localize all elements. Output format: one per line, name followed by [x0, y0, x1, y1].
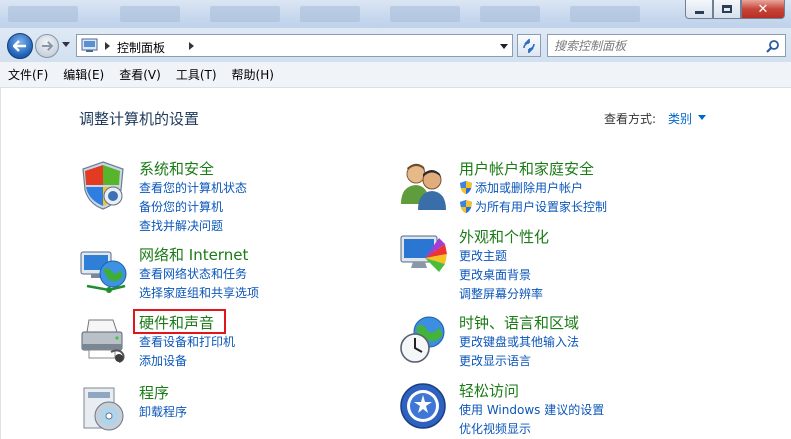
minimize-icon: [694, 10, 704, 14]
recent-pages-dropdown[interactable]: [62, 42, 70, 47]
view-by-chevron-icon[interactable]: [698, 115, 706, 120]
category-user-accounts: 用户帐户和家庭安全 添加或删除用户帐户 为所有用户设置家长控制: [399, 160, 719, 220]
search-box[interactable]: [547, 34, 786, 57]
view-by-label: 查看方式:: [604, 112, 657, 126]
category-title[interactable]: 轻松访问: [459, 380, 519, 401]
control-panel-content: 调整计算机的设置 查看方式: 类别 系统和安全 查看您的计算机状态 备份您的计算…: [0, 88, 791, 439]
back-button[interactable]: [7, 33, 33, 59]
refresh-button[interactable]: [517, 34, 541, 57]
category-clock-language-region: 时钟、语言和区域 更改键盘或其他输入法 更改显示语言: [399, 312, 719, 368]
category-programs: 程序 卸载程序: [79, 384, 339, 434]
breadcrumb-separator[interactable]: [105, 42, 110, 50]
menu-bar: 文件(F) 编辑(E) 查看(V) 工具(T) 帮助(H): [0, 62, 791, 88]
link-change-background[interactable]: 更改桌面背景: [459, 266, 531, 283]
menu-edit[interactable]: 编辑(E): [63, 66, 104, 83]
close-button[interactable]: ✕: [741, 0, 785, 19]
monitor-palette-icon: [400, 235, 447, 272]
network-globe-icon: [80, 251, 127, 293]
link-adjust-resolution[interactable]: 调整屏幕分辨率: [459, 285, 543, 302]
refresh-icon: [523, 38, 535, 53]
link-add-remove-accounts[interactable]: 添加或删除用户帐户: [475, 179, 583, 196]
link-backup-computer[interactable]: 备份您的计算机: [139, 198, 223, 215]
address-bar[interactable]: 控制面板: [76, 34, 513, 57]
category-title[interactable]: 系统和安全: [139, 158, 214, 179]
category-title[interactable]: 程序: [139, 382, 169, 403]
category-ease-of-access: 轻松访问 使用 Windows 建议的设置 优化视频显示: [399, 380, 719, 436]
category-title[interactable]: 硬件和声音: [139, 312, 214, 333]
control-panel-icon: [81, 38, 98, 52]
maximize-button[interactable]: [713, 0, 741, 19]
category-title[interactable]: 时钟、语言和区域: [459, 312, 579, 333]
menu-tools[interactable]: 工具(T): [176, 66, 217, 83]
category-title[interactable]: 用户帐户和家庭安全: [459, 158, 594, 179]
category-system-security: 系统和安全 查看您的计算机状态 备份您的计算机 查找并解决问题: [79, 158, 339, 233]
users-icon: [401, 163, 446, 210]
link-parental-controls[interactable]: 为所有用户设置家长控制: [475, 198, 607, 215]
link-optimize-visual-display[interactable]: 优化视频显示: [459, 420, 531, 437]
link-view-network-status[interactable]: 查看网络状态和任务: [139, 265, 247, 282]
forward-arrow-icon: [42, 41, 53, 51]
search-icon[interactable]: [766, 39, 780, 53]
breadcrumb-separator[interactable]: [189, 42, 194, 50]
link-change-theme[interactable]: 更改主题: [459, 247, 507, 264]
uac-shield-icon: [460, 181, 472, 194]
window-title-bar: ✕: [0, 0, 791, 28]
link-view-computer-status[interactable]: 查看您的计算机状态: [139, 179, 247, 196]
clock-globe-icon: [400, 316, 445, 363]
uac-shield-icon: [460, 200, 472, 213]
link-add-device[interactable]: 添加设备: [139, 352, 187, 369]
navigation-bar: 控制面板: [0, 28, 791, 62]
shield-flag-icon: [82, 161, 124, 210]
category-appearance: 外观和个性化 更改主题 更改桌面背景 调整屏幕分辨率: [399, 226, 719, 301]
link-uninstall-program[interactable]: 卸载程序: [139, 403, 187, 420]
breadcrumb-control-panel[interactable]: 控制面板: [117, 39, 165, 56]
search-input[interactable]: [554, 38, 754, 54]
page-title: 调整计算机的设置: [79, 110, 200, 128]
back-arrow-icon: [13, 40, 26, 52]
view-by-dropdown[interactable]: 类别: [668, 110, 692, 127]
forward-button[interactable]: [35, 34, 59, 58]
category-network-internet: 网络和 Internet 查看网络状态和任务 选择家庭组和共享选项: [79, 244, 339, 300]
category-title[interactable]: 外观和个性化: [459, 226, 549, 247]
ease-of-access-icon: [400, 383, 446, 429]
minimize-button[interactable]: [685, 0, 713, 19]
link-windows-recommended-settings[interactable]: 使用 Windows 建议的设置: [459, 401, 604, 418]
menu-file[interactable]: 文件(F): [8, 66, 48, 83]
link-find-fix-problems[interactable]: 查找并解决问题: [139, 217, 223, 234]
close-icon: ✕: [757, 1, 769, 17]
link-change-keyboard-input[interactable]: 更改键盘或其他输入法: [459, 333, 579, 350]
link-homegroup-sharing[interactable]: 选择家庭组和共享选项: [139, 284, 259, 301]
blurred-taskbar-strip: [0, 6, 660, 22]
category-title[interactable]: 网络和 Internet: [139, 244, 248, 265]
link-view-devices-printers[interactable]: 查看设备和打印机: [139, 333, 235, 350]
maximize-icon: [722, 5, 732, 13]
menu-help[interactable]: 帮助(H): [232, 66, 274, 83]
link-change-display-language[interactable]: 更改显示语言: [459, 352, 531, 369]
printer-icon: [81, 319, 125, 363]
address-dropdown-icon[interactable]: [500, 44, 508, 49]
category-hardware-sound: 硬件和声音 查看设备和打印机 添加设备: [79, 309, 339, 368]
menu-view[interactable]: 查看(V): [119, 66, 161, 83]
programs-disc-icon: [83, 387, 124, 431]
